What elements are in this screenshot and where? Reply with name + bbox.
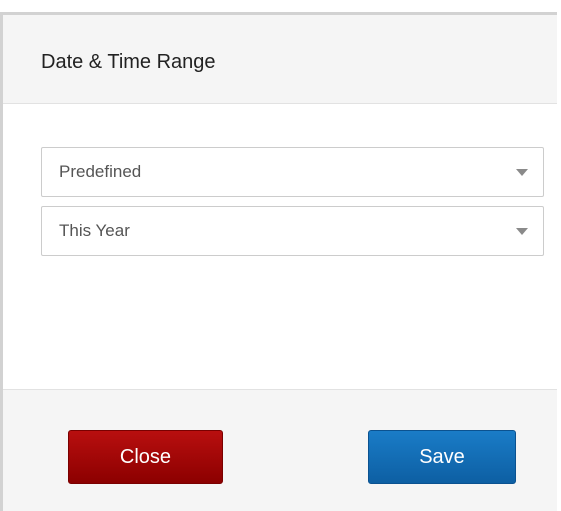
caret-down-icon: [516, 169, 528, 176]
dialog-body: Predefined This Year: [3, 104, 557, 389]
caret-down-icon: [516, 228, 528, 235]
close-button[interactable]: Close: [68, 430, 223, 484]
save-button[interactable]: Save: [368, 430, 516, 484]
range-select-value: This Year: [59, 221, 130, 240]
range-type-select[interactable]: Predefined: [41, 147, 544, 197]
range-select[interactable]: This Year: [41, 206, 544, 256]
date-time-range-dialog: Date & Time Range Predefined This Year C…: [0, 12, 557, 511]
dialog-title: Date & Time Range: [41, 51, 216, 73]
dialog-header: Date & Time Range: [3, 15, 557, 104]
dialog-footer: Close Save: [3, 389, 557, 511]
range-type-select-value: Predefined: [59, 162, 142, 181]
